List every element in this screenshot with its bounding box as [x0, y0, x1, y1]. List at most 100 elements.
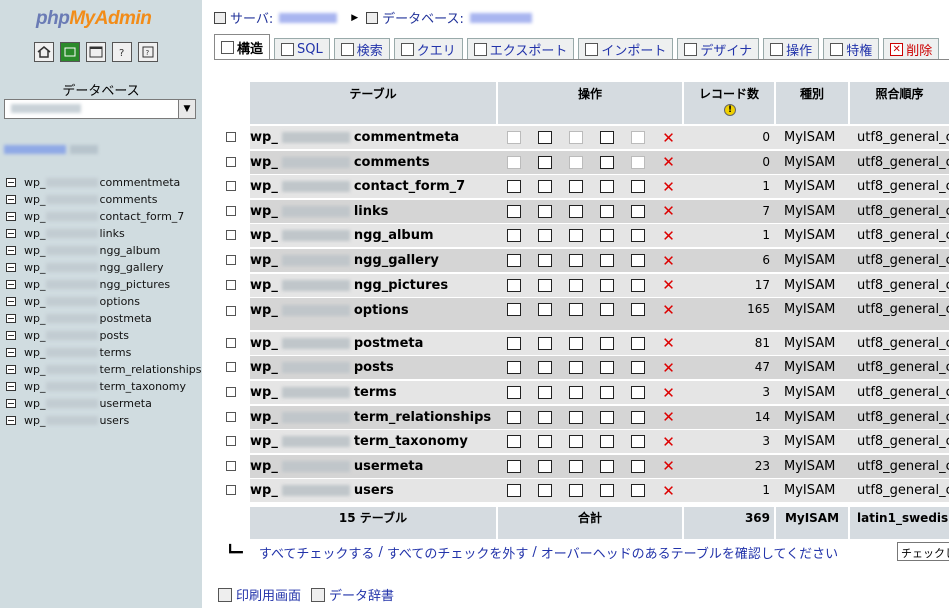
row-checkbox[interactable]	[226, 485, 236, 496]
search-icon[interactable]	[560, 203, 591, 220]
breadcrumb-server-label[interactable]: サーバ:	[230, 8, 273, 27]
empty-icon[interactable]	[622, 458, 653, 475]
insert-icon[interactable]	[591, 301, 622, 318]
docs-icon[interactable]: ?	[138, 42, 158, 62]
drop-icon[interactable]: ✕	[653, 433, 684, 450]
row-checkbox[interactable]	[226, 255, 236, 265]
row-checkbox[interactable]	[226, 460, 236, 471]
table-icon[interactable]	[6, 365, 16, 374]
drop-icon[interactable]: ✕	[653, 335, 684, 352]
sidebar-table-item[interactable]: wp_ usermeta	[6, 395, 202, 412]
browse-icon[interactable]	[498, 482, 529, 499]
chevron-down-icon[interactable]: ▼	[178, 100, 195, 118]
row-table-name[interactable]: wp_ ngg_pictures	[250, 274, 496, 297]
structure-icon[interactable]	[529, 252, 560, 269]
row-table-name[interactable]: wp_ links	[250, 200, 496, 223]
row-checkbox[interactable]	[226, 181, 236, 192]
row-table-name[interactable]: wp_ posts	[250, 356, 496, 379]
sql-query-icon[interactable]	[60, 42, 80, 62]
sql-window-icon[interactable]	[86, 42, 106, 62]
table-icon[interactable]	[6, 416, 16, 425]
check-overhead-link[interactable]: オーバーヘッドのあるテーブルを確認してください	[541, 543, 838, 562]
table-icon[interactable]	[6, 178, 16, 187]
insert-icon[interactable]	[591, 203, 622, 220]
search-icon[interactable]	[560, 252, 591, 269]
empty-icon[interactable]	[622, 335, 653, 352]
browse-icon[interactable]	[498, 227, 529, 244]
empty-icon[interactable]	[622, 301, 653, 318]
structure-icon[interactable]	[529, 227, 560, 244]
row-checkbox[interactable]	[226, 387, 236, 397]
home-icon[interactable]	[34, 42, 54, 62]
structure-icon[interactable]	[529, 359, 560, 376]
row-table-name[interactable]: wp_ usermeta	[250, 455, 496, 478]
browse-icon[interactable]	[498, 301, 529, 318]
sidebar-table-item[interactable]: wp_ comments	[6, 191, 202, 208]
browse-icon[interactable]	[498, 384, 529, 401]
row-checkbox[interactable]	[226, 156, 236, 167]
drop-icon[interactable]: ✕	[653, 154, 684, 171]
sidebar-table-item[interactable]: wp_ postmeta	[6, 310, 202, 327]
drop-icon[interactable]: ✕	[653, 252, 684, 269]
sidebar-table-item[interactable]: wp_ ngg_gallery	[6, 259, 202, 276]
drop-icon[interactable]: ✕	[653, 409, 684, 426]
table-icon[interactable]	[6, 263, 16, 272]
empty-icon[interactable]	[622, 203, 653, 220]
search-icon[interactable]	[560, 277, 591, 294]
insert-icon[interactable]	[591, 458, 622, 475]
browse-icon[interactable]	[498, 409, 529, 426]
search-icon[interactable]	[560, 301, 591, 318]
table-icon[interactable]	[6, 331, 16, 340]
insert-icon[interactable]	[591, 277, 622, 294]
table-icon[interactable]	[6, 280, 16, 289]
sidebar-table-item[interactable]: wp_ term_taxonomy	[6, 378, 202, 395]
search-icon[interactable]	[560, 458, 591, 475]
tab-structure[interactable]: 構造	[214, 34, 271, 60]
table-icon[interactable]	[6, 314, 16, 323]
row-table-name[interactable]: wp_ ngg_gallery	[250, 249, 496, 272]
search-icon[interactable]	[560, 178, 591, 195]
search-icon[interactable]	[560, 335, 591, 352]
database-name-redacted[interactable]	[469, 12, 532, 23]
tab-operations[interactable]: 操作	[763, 38, 820, 60]
search-icon[interactable]	[560, 482, 591, 499]
header-records[interactable]: レコード数 !	[684, 82, 774, 124]
empty-icon[interactable]	[622, 227, 653, 244]
table-icon[interactable]	[6, 229, 16, 238]
sidebar-table-item[interactable]: wp_ links	[6, 225, 202, 242]
tab-search[interactable]: 検索	[333, 38, 390, 60]
help-icon[interactable]: ?	[112, 42, 132, 62]
row-table-name[interactable]: wp_ term_relationships	[250, 406, 496, 429]
phpmyadmin-logo[interactable]: phpMyAdmin	[36, 8, 152, 30]
empty-icon[interactable]	[622, 252, 653, 269]
empty-icon[interactable]	[622, 384, 653, 401]
empty-icon[interactable]	[622, 433, 653, 450]
table-icon[interactable]	[6, 246, 16, 255]
insert-icon[interactable]	[591, 433, 622, 450]
sidebar-table-item[interactable]: wp_ contact_form_7	[6, 208, 202, 225]
row-table-name[interactable]: wp_ term_taxonomy	[250, 430, 496, 453]
row-table-name[interactable]: wp_ postmeta	[250, 332, 496, 355]
header-table[interactable]: テーブル	[250, 82, 496, 124]
table-icon[interactable]	[6, 297, 16, 306]
structure-icon[interactable]	[529, 203, 560, 220]
empty-icon[interactable]	[622, 409, 653, 426]
structure-icon[interactable]	[529, 154, 560, 171]
tab-export[interactable]: エクスポート	[466, 38, 575, 60]
table-icon[interactable]	[6, 399, 16, 408]
row-table-name[interactable]: wp_ ngg_album	[250, 224, 496, 247]
structure-icon[interactable]	[529, 301, 560, 318]
empty-icon[interactable]	[622, 359, 653, 376]
insert-icon[interactable]	[591, 227, 622, 244]
structure-icon[interactable]	[529, 384, 560, 401]
breadcrumb-db-label[interactable]: データベース:	[382, 8, 464, 27]
insert-icon[interactable]	[591, 335, 622, 352]
table-icon[interactable]	[6, 195, 16, 204]
insert-icon[interactable]	[591, 129, 622, 146]
insert-icon[interactable]	[591, 154, 622, 171]
sidebar-table-item[interactable]: wp_ ngg_album	[6, 242, 202, 259]
table-icon[interactable]	[6, 212, 16, 221]
insert-icon[interactable]	[591, 252, 622, 269]
empty-icon[interactable]	[622, 482, 653, 499]
structure-icon[interactable]	[529, 277, 560, 294]
